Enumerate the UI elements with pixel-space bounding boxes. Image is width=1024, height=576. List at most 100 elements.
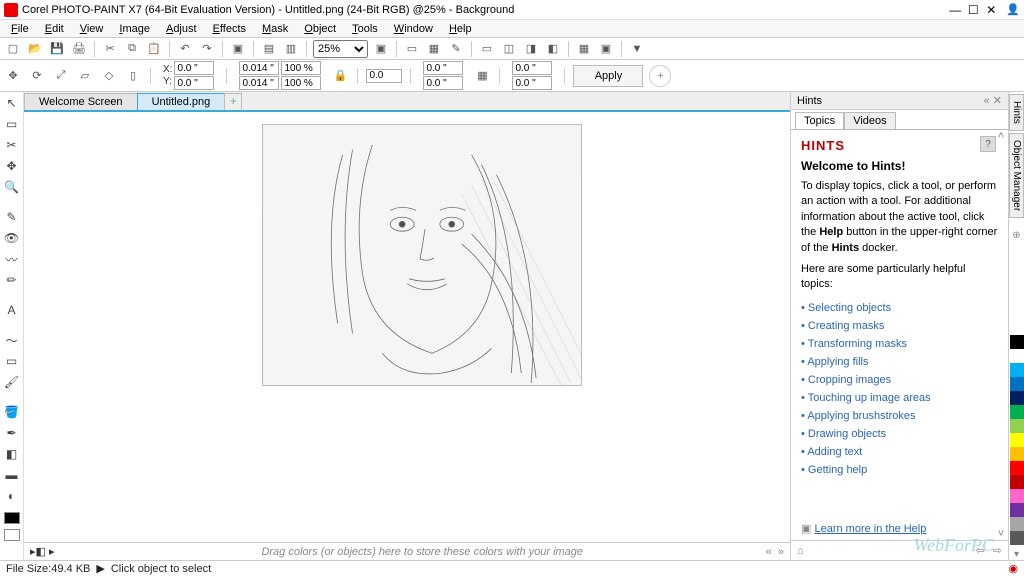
palette-swatch-6[interactable] xyxy=(1010,419,1024,433)
pick-tool-icon[interactable]: ↖ xyxy=(2,94,22,112)
tab-videos[interactable]: Videos xyxy=(844,112,895,129)
text-tool-icon[interactable]: A xyxy=(2,301,22,319)
b1-input[interactable] xyxy=(512,61,552,75)
palette-swatch-9[interactable] xyxy=(1010,461,1024,475)
new-icon[interactable]: ▢ xyxy=(4,40,22,58)
close-button[interactable]: ✕ xyxy=(982,3,1000,17)
clone-tool-icon[interactable]: ✎ xyxy=(2,208,22,226)
hints-collapse-icon[interactable]: « ✕ xyxy=(984,94,1002,107)
paste-icon[interactable]: 📋 xyxy=(145,40,163,58)
launcher-icon[interactable]: ▦ xyxy=(575,40,593,58)
menu-object[interactable]: Object xyxy=(297,22,343,36)
effect-tool-icon[interactable]: ✏ xyxy=(2,271,22,289)
status-play-icon[interactable]: ▶ xyxy=(96,562,104,575)
maximize-button[interactable]: ☐ xyxy=(964,3,982,17)
app-launch-icon[interactable]: ▼ xyxy=(628,40,646,58)
pick-move-icon[interactable]: ✥ xyxy=(4,67,22,85)
y-input[interactable] xyxy=(174,76,214,90)
x-input[interactable] xyxy=(174,61,214,75)
hint-link-2[interactable]: Transforming masks xyxy=(801,335,998,353)
menu-adjust[interactable]: Adjust xyxy=(159,22,204,36)
hints-fwd-icon[interactable]: ⇨ xyxy=(993,544,1002,557)
launcher2-icon[interactable]: ▣ xyxy=(597,40,615,58)
save-icon[interactable]: 💾 xyxy=(48,40,66,58)
palette-swatch-1[interactable] xyxy=(1010,349,1024,363)
menu-view[interactable]: View xyxy=(73,22,111,36)
minimize-button[interactable]: — xyxy=(946,3,964,17)
menu-window[interactable]: Window xyxy=(387,22,440,36)
b2-input[interactable] xyxy=(512,76,552,90)
crop-tool-icon[interactable]: ✥ xyxy=(2,157,22,175)
hint-link-7[interactable]: Drawing objects xyxy=(801,425,998,443)
hint-link-9[interactable]: Getting help xyxy=(801,461,998,479)
add-preset-button[interactable]: + xyxy=(649,65,671,87)
palette-add-icon[interactable]: ⊕ xyxy=(1012,230,1020,241)
rotation-input[interactable] xyxy=(366,69,402,83)
redo-icon[interactable]: ↷ xyxy=(198,40,216,58)
skew-icon[interactable]: ▱ xyxy=(76,67,94,85)
scroll-down-icon[interactable]: ˅ xyxy=(998,528,1004,540)
palette-swatch-12[interactable] xyxy=(1010,503,1024,517)
menu-edit[interactable]: Edit xyxy=(38,22,71,36)
export-icon[interactable]: ▤ xyxy=(260,40,278,58)
hints-home-icon[interactable]: ⌂ xyxy=(797,545,804,557)
eyedropper-tool-icon[interactable]: ✒ xyxy=(2,424,22,442)
a2-input[interactable] xyxy=(423,76,463,90)
user-icon[interactable]: 👤 xyxy=(1006,3,1020,16)
color-tray-toggle[interactable]: ▸◧ ▸ xyxy=(30,545,55,558)
perspective-icon[interactable]: ▯ xyxy=(124,67,142,85)
rotate-icon[interactable]: ⟳ xyxy=(28,67,46,85)
background-swatch[interactable] xyxy=(4,529,20,541)
mask-transform-tool-icon[interactable]: ✂ xyxy=(2,136,22,154)
palette-swatch-5[interactable] xyxy=(1010,405,1024,419)
export2-icon[interactable]: ▥ xyxy=(282,40,300,58)
tray-prev-icon[interactable]: « xyxy=(766,546,772,558)
w-input[interactable] xyxy=(239,61,279,75)
hints-back-icon[interactable]: ⇦ xyxy=(976,544,985,557)
tab-topics[interactable]: Topics xyxy=(795,112,844,129)
h-input[interactable] xyxy=(239,76,279,90)
fill-tool-icon[interactable]: 🪣 xyxy=(2,403,22,421)
palette-swatch-8[interactable] xyxy=(1010,447,1024,461)
a1-input[interactable] xyxy=(423,61,463,75)
palette-swatch-13[interactable] xyxy=(1010,517,1024,531)
palette-swatch-2[interactable] xyxy=(1010,363,1024,377)
learn-more-link[interactable]: Learn more in the Help xyxy=(814,523,926,535)
rect-tool-icon[interactable]: ▭ xyxy=(2,352,22,370)
redeye-tool-icon[interactable]: 👁 xyxy=(2,229,22,247)
rulers-icon[interactable]: ▭ xyxy=(403,40,421,58)
palette-swatch-11[interactable] xyxy=(1010,489,1024,503)
liquid-tool-icon[interactable]: 〰 xyxy=(2,250,22,268)
cut-icon[interactable]: ✂ xyxy=(101,40,119,58)
scroll-up-icon[interactable]: ˄ xyxy=(998,130,1004,142)
fullscreen-icon[interactable]: ▣ xyxy=(372,40,390,58)
palette-swatch-7[interactable] xyxy=(1010,433,1024,447)
new-tab-button[interactable]: + xyxy=(224,93,242,110)
zoom-select[interactable]: 25% xyxy=(313,40,368,58)
mask-icon[interactable]: ▭ xyxy=(478,40,496,58)
apply-button[interactable]: Apply xyxy=(573,65,643,87)
lock-ratio-icon[interactable]: 🔒 xyxy=(331,67,349,85)
zoom-tool-icon[interactable]: 🔍 xyxy=(2,178,22,196)
paint-tool-icon[interactable]: 🖌 xyxy=(2,373,22,391)
foreground-swatch[interactable] xyxy=(4,512,20,524)
import-icon[interactable]: ▣ xyxy=(229,40,247,58)
palette-more-icon[interactable]: ▾ xyxy=(1014,549,1019,560)
hint-link-3[interactable]: Applying fills xyxy=(801,353,998,371)
tab-welcome[interactable]: Welcome Screen xyxy=(24,93,138,110)
palette-swatch-3[interactable] xyxy=(1010,377,1024,391)
mask4-icon[interactable]: ◧ xyxy=(544,40,562,58)
docker-tab-hints[interactable]: Hints xyxy=(1009,94,1024,131)
mask3-icon[interactable]: ◨ xyxy=(522,40,540,58)
docker-tab-object-manager[interactable]: Object Manager xyxy=(1009,133,1024,218)
menu-effects[interactable]: Effects xyxy=(206,22,253,36)
mask-rect-tool-icon[interactable]: ▭ xyxy=(2,115,22,133)
open-icon[interactable]: 📂 xyxy=(26,40,44,58)
undo-icon[interactable]: ↶ xyxy=(176,40,194,58)
tray-next-icon[interactable]: » xyxy=(778,546,784,558)
pct2-input[interactable] xyxy=(281,76,321,90)
hint-link-6[interactable]: Applying brushstrokes xyxy=(801,407,998,425)
hint-link-0[interactable]: Selecting objects xyxy=(801,299,998,317)
anchor-icon[interactable]: ▦ xyxy=(473,67,491,85)
pct1-input[interactable] xyxy=(281,61,321,75)
